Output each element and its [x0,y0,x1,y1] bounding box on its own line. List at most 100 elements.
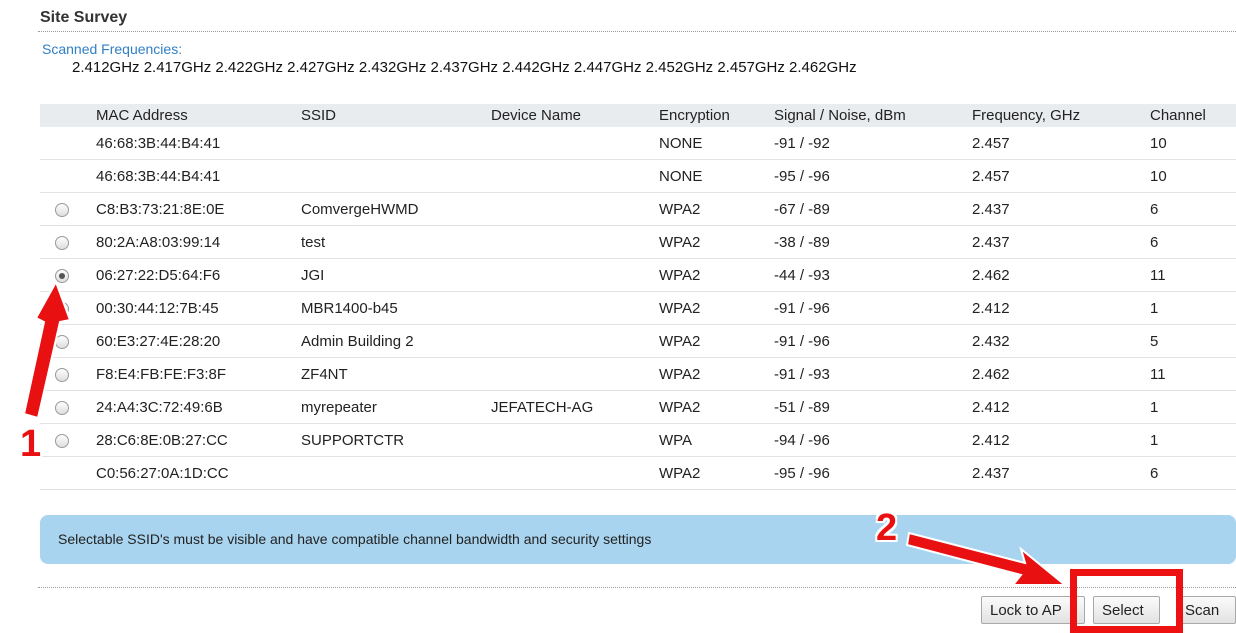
table-row[interactable]: C8:B3:73:21:8E:0E ComvergeHWMD WPA2 -67 / -… [40,192,1236,226]
device-name-cell [491,159,659,193]
encryption-cell: WPA2 [659,258,774,292]
mac-address-cell: F8:E4:FB:FE:F3:8F [84,357,301,391]
encryption-cell: WPA2 [659,225,774,259]
frequency-cell: 2.437 [972,456,1150,490]
row-select-cell [40,127,84,160]
mac-address-cell: C0:56:27:0A:1D:CC [84,456,301,490]
ssid-cell: test [301,225,491,259]
device-name-cell [491,291,659,325]
channel-cell: 10 [1150,159,1236,193]
ssid-cell [301,456,491,490]
footer-divider [38,587,1236,588]
signal-noise-cell: -91 / -92 [774,127,972,160]
header-select [40,104,84,127]
signal-noise-cell: -67 / -89 [774,192,972,226]
encryption-cell: WPA2 [659,456,774,490]
encryption-cell: WPA2 [659,192,774,226]
table-row[interactable]: 28:C6:8E:0B:27:CC SUPPORTCTR WPA -94 / -96 2… [40,423,1236,457]
row-select-cell [40,291,84,325]
table-row[interactable]: 06:27:22:D5:64:F6 JGI WPA2 -44 / -93 2.462 11 [40,258,1236,292]
row-select-cell [40,225,84,259]
encryption-cell: NONE [659,127,774,160]
channel-cell: 6 [1150,225,1236,259]
survey-table: MAC Address SSID Device Name Encryption … [40,104,1236,490]
frequency-cell: 2.457 [972,159,1150,193]
header-mac: MAC Address [84,104,301,127]
network-radio-button[interactable] [55,268,69,283]
info-message-box: Selectable SSID's must be visible and ha… [40,515,1236,564]
row-select-cell [40,192,84,226]
table-row: 46:68:3B:44:B4:41 NONE -95 / -96 2.457 10 [40,159,1236,193]
row-select-cell [40,423,84,457]
ssid-cell: myrepeater [301,390,491,424]
device-name-cell [491,324,659,358]
network-radio-button[interactable] [55,235,69,250]
frequency-cell: 2.462 [972,357,1150,391]
header-frequency: Frequency, GHz [972,104,1150,127]
signal-noise-cell: -94 / -96 [774,423,972,457]
network-radio-button[interactable] [55,202,69,217]
mac-address-cell: 46:68:3B:44:B4:41 [84,159,301,193]
survey-table-container: MAC Address SSID Device Name Encryption … [40,104,1236,490]
table-header-row: MAC Address SSID Device Name Encryption … [40,104,1236,127]
signal-noise-cell: -95 / -96 [774,159,972,193]
channel-cell: 1 [1150,291,1236,325]
frequency-cell: 2.412 [972,423,1150,457]
frequency-cell: 2.457 [972,127,1150,160]
encryption-cell: WPA2 [659,357,774,391]
device-name-cell [491,357,659,391]
device-name-cell [491,192,659,226]
scan-button[interactable]: Scan [1176,596,1236,624]
row-select-cell [40,258,84,292]
table-body: 46:68:3B:44:B4:41 NONE -91 / -92 2.457 10 46:… [40,127,1236,490]
network-radio-button[interactable] [55,301,69,316]
channel-cell: 1 [1150,390,1236,424]
channel-cell: 11 [1150,258,1236,292]
ssid-cell: Admin Building 2 [301,324,491,358]
device-name-cell [491,258,659,292]
ssid-cell: MBR1400-b45 [301,291,491,325]
encryption-cell: NONE [659,159,774,193]
row-select-cell [40,456,84,490]
row-select-cell [40,324,84,358]
device-name-cell [491,423,659,457]
signal-noise-cell: -38 / -89 [774,225,972,259]
mac-address-cell: 60:E3:27:4E:28:20 [84,324,301,358]
table-row[interactable]: 00:30:44:12:7B:45 MBR1400-b45 WPA2 -91 / -9… [40,291,1236,325]
ssid-cell [301,159,491,193]
frequency-cell: 2.432 [972,324,1150,358]
title-divider [38,31,1236,32]
select-highlight-box [1070,569,1183,633]
channel-cell: 6 [1150,456,1236,490]
network-radio-button[interactable] [55,334,69,349]
channel-cell: 1 [1150,423,1236,457]
frequency-cell: 2.412 [972,291,1150,325]
network-radio-button[interactable] [55,400,69,415]
channel-cell: 10 [1150,127,1236,160]
signal-noise-cell: -91 / -93 [774,357,972,391]
channel-cell: 6 [1150,192,1236,226]
table-row[interactable]: F8:E4:FB:FE:F3:8F ZF4NT WPA2 -91 / -93 2.462… [40,357,1236,391]
signal-noise-cell: -91 / -96 [774,324,972,358]
annotation-step-2: 2 [876,507,898,549]
mac-address-cell: 06:27:22:D5:64:F6 [84,258,301,292]
scanned-frequencies-values: 2.412GHz 2.417GHz 2.422GHz 2.427GHz 2.43… [72,59,857,76]
ssid-cell: ZF4NT [301,357,491,391]
mac-address-cell: 80:2A:A8:03:99:14 [84,225,301,259]
header-ssid: SSID [301,104,491,127]
encryption-cell: WPA2 [659,324,774,358]
network-radio-button[interactable] [55,367,69,382]
table-row[interactable]: 80:2A:A8:03:99:14 test WPA2 -38 / -89 2.437 6 [40,225,1236,259]
header-signal-noise: Signal / Noise, dBm [774,104,972,127]
mac-address-cell: 24:A4:3C:72:49:6B [84,390,301,424]
table-row[interactable]: 60:E3:27:4E:28:20 Admin Building 2 WPA2 -91… [40,324,1236,358]
ssid-cell: JGI [301,258,491,292]
row-select-cell [40,159,84,193]
channel-cell: 11 [1150,357,1236,391]
channel-cell: 5 [1150,324,1236,358]
header-device-name: Device Name [491,104,659,127]
signal-noise-cell: -44 / -93 [774,258,972,292]
table-row[interactable]: 24:A4:3C:72:49:6B myrepeater JEFATECH-AG WP… [40,390,1236,424]
device-name-cell: JEFATECH-AG [491,390,659,424]
network-radio-button[interactable] [55,433,69,448]
